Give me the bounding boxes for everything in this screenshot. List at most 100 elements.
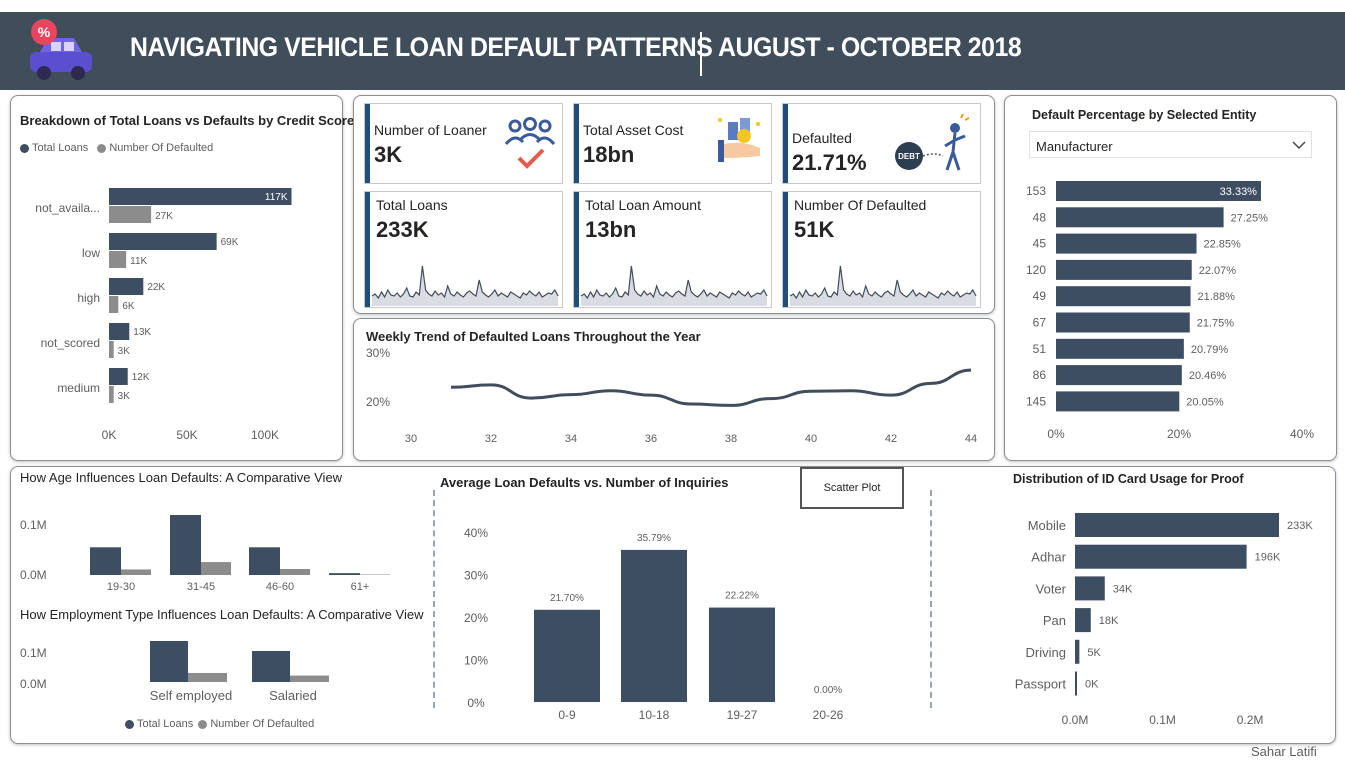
kpi-card-total-loans[interactable]: Total Loans 233K	[364, 191, 563, 308]
entity-bar	[1056, 338, 1184, 359]
entity-bar	[1056, 365, 1182, 386]
age-chart: 0.1M 0.0M 19-30 31-45 46-60 61+	[20, 515, 390, 593]
legend-total: Total Loans	[32, 142, 89, 154]
entity-value-label: 20.46%	[1189, 370, 1227, 382]
entity-category-label: 51	[1033, 342, 1047, 356]
employment-chart: 0.1M 0.0M Self employed Salaried	[20, 640, 329, 703]
idcard-bar	[1075, 513, 1279, 537]
inquiries-y-tick: 0%	[467, 696, 485, 710]
legend-defaulted: Number Of Defaulted	[109, 142, 214, 154]
idcard-bar	[1075, 544, 1247, 569]
money-hand-icon	[718, 118, 760, 162]
credit-total-bar	[109, 278, 144, 295]
entity-chart: 153 33.33% 48 27.25% 45 22.85% 120 22.07% 49 21.8…	[1026, 181, 1314, 441]
scatter-plot-button[interactable]: Scatter Plot	[800, 467, 904, 509]
age-total-bar	[329, 573, 360, 575]
credit-score-chart: not_availa... 117K 27K low 69K 11K high 22K 6K no…	[35, 188, 292, 442]
age-total-bar	[249, 547, 280, 575]
idcard-value-label: 233K	[1287, 520, 1313, 532]
idcard-x-tick: 0.2M	[1237, 713, 1264, 727]
credit-category-label: low	[82, 246, 100, 260]
entity-bar	[1056, 207, 1224, 228]
idcard-category-label: Mobile	[1028, 518, 1066, 533]
entity-dropdown[interactable]: Manufacturer	[1029, 131, 1312, 158]
age-category-label: 19-30	[107, 581, 135, 593]
legend-dot-total	[20, 143, 29, 153]
legend-defaulted: Number Of Defaulted	[210, 718, 315, 730]
kpi-card-defaulted[interactable]: Defaulted 21.71% DEBT	[782, 103, 981, 184]
debt-ball-icon: DEBT	[895, 113, 970, 171]
credit-score-legend: Total Loans Number Of Defaulted	[20, 142, 213, 154]
inquiries-value-label: 0.00%	[814, 685, 842, 696]
entity-category-label: 153	[1026, 184, 1046, 198]
credit-total-label: 69K	[221, 237, 239, 248]
employment-category-label: Self employed	[150, 688, 232, 703]
divider-left	[433, 490, 435, 708]
age-defaulted-bar	[121, 569, 151, 575]
credit-category-label: not_availa...	[35, 201, 100, 215]
idcard-value-label: 34K	[1113, 583, 1133, 595]
age-total-bar	[90, 547, 121, 575]
sparkline-loan-amount	[580, 265, 768, 306]
credit-category-label: not_scored	[41, 336, 100, 350]
inquiries-bar	[709, 607, 775, 702]
age-category-label: 46-60	[266, 581, 294, 593]
entity-category-label: 49	[1033, 289, 1047, 303]
sparkline-num-defaulted	[789, 265, 977, 306]
kpi-card-loaner[interactable]: Number of Loaner 3K	[364, 103, 563, 184]
inquiries-category-label: 20-26	[813, 708, 844, 722]
inquiries-value-label: 35.79%	[637, 533, 671, 544]
sparkline-area	[790, 266, 976, 306]
sparkline-area	[581, 266, 767, 306]
credit-defaulted-label: 3K	[118, 346, 131, 357]
credit-defaulted-label: 6K	[122, 301, 135, 312]
card-accent	[365, 104, 370, 183]
entity-value-label: 22.85%	[1204, 239, 1242, 251]
entity-bar	[1056, 259, 1192, 280]
legend-dot-total	[125, 719, 134, 729]
employment-y-tick: 0.0M	[20, 677, 47, 691]
employment-y-tick: 0.1M	[20, 646, 47, 660]
kpi-total-loans-value: 233K	[376, 217, 429, 242]
entity-category-label: 120	[1026, 263, 1046, 277]
weekly-trend-chart: 30% 20% 30 32 34 36 38 40 42 44	[366, 346, 977, 445]
kpi-defaulted-value: 21.71%	[792, 150, 867, 175]
entity-title: Default Percentage by Selected Entity	[1032, 108, 1257, 122]
credit-category-label: medium	[57, 381, 100, 395]
inquiries-bar	[621, 549, 687, 702]
inquiries-category-label: 19-27	[727, 708, 758, 722]
inquiries-y-tick: 10%	[464, 654, 488, 668]
kpi-loaner-value: 3K	[374, 142, 403, 167]
idcard-category-label: Driving	[1026, 645, 1066, 660]
idcard-value-label: 5K	[1087, 647, 1101, 659]
kpi-card-loan-amount[interactable]: Total Loan Amount 13bn	[573, 191, 772, 308]
kpi-card-num-defaulted[interactable]: Number Of Defaulted 51K	[782, 191, 981, 308]
entity-category-label: 86	[1033, 368, 1047, 382]
weekly-x-tick: 44	[965, 433, 977, 445]
idcard-chart: Mobile 233K Adhar 196K Voter 34K Pan 18K Driving…	[1015, 513, 1313, 727]
people-check-icon	[504, 117, 556, 169]
idcard-x-tick: 0.1M	[1149, 713, 1176, 727]
kpi-num-defaulted-value: 51K	[794, 217, 835, 242]
weekly-x-tick: 38	[725, 433, 737, 445]
card-accent	[783, 104, 788, 183]
credit-total-label: 13K	[133, 327, 151, 338]
credit-total-bar	[109, 233, 217, 250]
credit-defaulted-bar	[109, 251, 127, 268]
entity-category-label: 48	[1033, 210, 1047, 224]
credit-total-label: 22K	[147, 282, 165, 293]
weekly-x-tick: 36	[645, 433, 657, 445]
credit-total-label: 12K	[132, 372, 150, 383]
entity-category-label: 45	[1033, 237, 1047, 251]
debt-badge: DEBT	[898, 152, 920, 161]
employment-total-bar	[252, 650, 290, 682]
weekly-x-tick: 40	[805, 433, 817, 445]
credit-total-label: 117K	[265, 192, 288, 203]
kpi-card-asset[interactable]: Total Asset Cost 18bn	[573, 103, 772, 184]
inquiries-title: Average Loan Defaults vs. Number of Inqu…	[440, 475, 729, 490]
age-defaulted-bar	[201, 562, 231, 575]
age-total-bar	[170, 515, 201, 575]
divider-right	[930, 490, 932, 708]
title-divider	[700, 32, 702, 76]
entity-value-label: 20.05%	[1186, 396, 1224, 408]
